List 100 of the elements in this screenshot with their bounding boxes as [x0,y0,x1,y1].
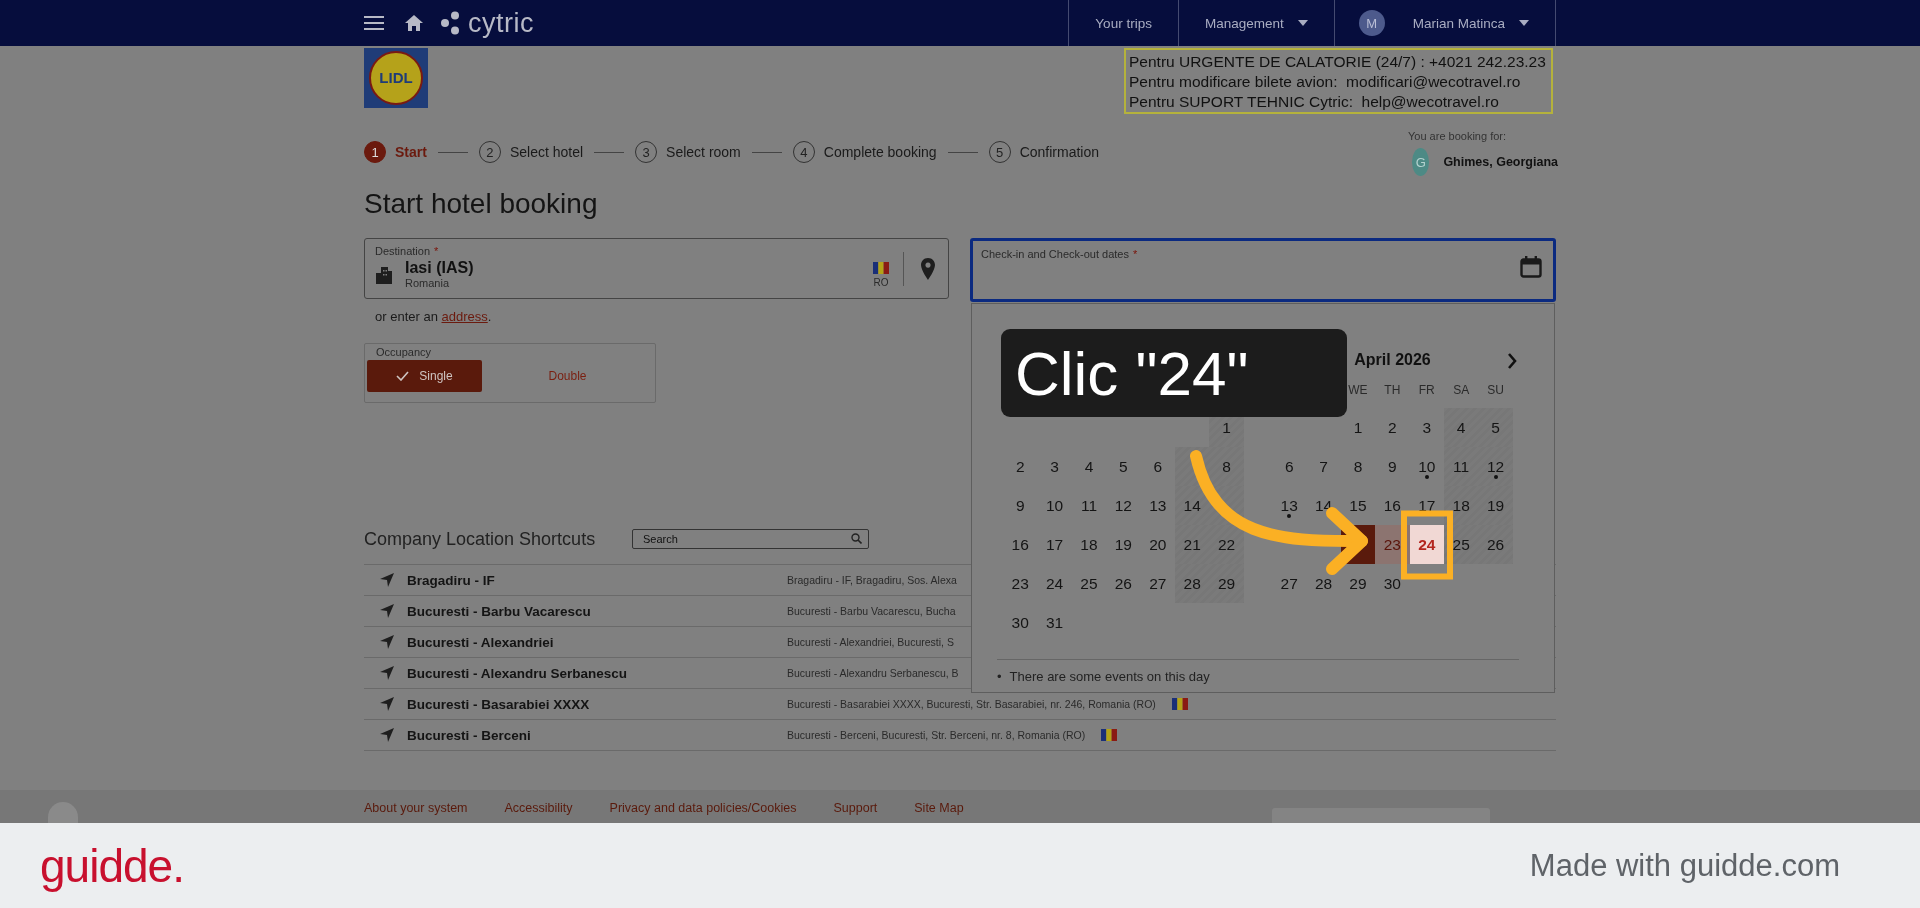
address-hint: or enter an address. [374,309,493,324]
weekday-label: SU [1487,383,1504,397]
step-label: Select room [666,144,741,160]
calendar-day[interactable]: 16 [1375,486,1410,525]
calendar-day[interactable]: 20 [1140,525,1175,564]
occupancy-option[interactable]: Single [367,360,482,392]
user-avatar: M [1358,10,1385,36]
navigation-arrow-icon [379,603,395,619]
calendar-day[interactable]: 17 [1037,525,1072,564]
calendar-day[interactable]: 16 [1003,525,1038,564]
calendar-day[interactable]: 5 [1106,447,1141,486]
calendar-day[interactable]: 24 [1037,564,1072,603]
navigation-arrow-icon [379,727,395,743]
footer-link[interactable]: Site Map [914,801,964,815]
calendar-day[interactable]: 10 [1409,447,1444,486]
step-label: Confirmation [1019,144,1099,160]
calendar-day[interactable]: 6 [1272,447,1307,486]
weekday-label: WE [1348,383,1368,397]
weekday-label: SA [1453,383,1470,397]
calendar-day[interactable]: 4 [1443,408,1479,447]
company-logo: LIDL [364,48,428,108]
guidde-logo: guidde. [40,838,184,893]
calendar-day[interactable]: 8 [1340,447,1376,486]
calendar-day[interactable]: 6 [1140,447,1175,486]
location-address: Bucuresti - Alexandru Serbanescu, B [787,667,959,679]
date-range-field[interactable]: Check-in and Check-out dates * [970,238,1556,302]
navigation-arrow-icon [379,696,395,712]
calendar-day[interactable]: 17 [1409,486,1444,525]
map-pin-icon[interactable] [920,256,936,281]
location-name: Bucuresti - Barbu Vacarescu [407,603,592,619]
footer-link[interactable]: Privacy and data policies/Cookies [609,801,797,815]
calendar-day[interactable]: 21 [1174,525,1210,564]
calendar-day[interactable]: 31 [1037,603,1072,642]
calendar-day[interactable]: 8 [1209,447,1244,486]
calendar-icon[interactable] [1520,256,1542,278]
destination-field[interactable]: Destination * Iasi (IAS) Romania RO [364,238,949,299]
location-name: Bucuresti - Berceni [407,727,532,743]
calendar-day[interactable]: 10 [1037,486,1072,525]
calendar-day[interactable]: 4 [1071,447,1107,486]
calendar-day[interactable]: 5 [1478,408,1513,447]
cytric-logo[interactable]: cytric [440,7,534,39]
calendar-day[interactable]: 14 [1174,486,1210,525]
calendar-day[interactable]: 2 [1003,447,1038,486]
calendar-day[interactable]: 9 [1375,447,1410,486]
calendar-day[interactable]: 13 [1272,486,1307,525]
section-title: Company Location Shortcuts [364,528,597,550]
calendar-day[interactable]: 3 [1037,447,1072,486]
calendar-day[interactable]: 12 [1478,447,1513,486]
calendar-day[interactable]: 3 [1409,408,1444,447]
footer-link[interactable]: Accessibility [504,801,573,815]
calendar-day[interactable]: 26 [1478,525,1513,564]
calendar-day[interactable]: 23 [1003,564,1038,603]
calendar-day[interactable]: 9 [1003,486,1038,525]
location-address: Bucuresti - Berceni, Bucuresti, Str. Berceni, nr. 8, Romania (RO) [787,729,1086,741]
calendar-day[interactable]: 2 [1375,408,1410,447]
calendar-day[interactable]: 30 [1375,564,1410,603]
buildings-icon [375,265,393,284]
calendar-day[interactable]: 12 [1106,486,1141,525]
calendar-day[interactable]: 19 [1478,486,1513,525]
search-field[interactable]: Search [632,529,869,549]
location-address: Bucuresti - Basarabiei XXXX, Bucuresti, Str. Basarabiei, nr. 246, Romania (RO) [787,698,1156,710]
address-link[interactable]: address [441,309,488,324]
calendar-day[interactable]: 27 [1140,564,1175,603]
calendar-day[interactable]: 19 [1106,525,1141,564]
navigation-arrow-icon [379,572,395,588]
calendar-day[interactable]: 26 [1106,564,1141,603]
calendar-day[interactable]: 28 [1306,564,1341,603]
notice-line: Pentru SUPORT TEHNIC Cytric: help@wecotravel.ro [1129,92,1500,112]
calendar-day[interactable]: 7 [1306,447,1341,486]
calendar-day[interactable]: 29 [1209,564,1244,603]
calendar-day[interactable]: 25 [1071,564,1107,603]
guidde-tagline: Made with guidde.com [1529,847,1840,884]
highlight-frame [1401,510,1453,580]
location-name: Bucuresti - Basarabiei XXXX [407,696,591,712]
page-title: Start hotel booking [364,188,599,221]
footer-link[interactable]: Support [833,801,878,815]
user-menu[interactable]: M Marian Matinca [1333,0,1556,46]
calendar-day[interactable]: 13 [1140,486,1175,525]
check-icon [396,371,410,381]
calendar-day[interactable]: 22 [1209,525,1244,564]
nav-menu-item[interactable]: Your trips [1068,0,1178,46]
calendar-day[interactable]: 11 [1071,486,1107,525]
home-icon[interactable] [404,14,424,32]
occupancy-option[interactable]: Double [510,360,625,392]
menu-icon[interactable] [364,15,384,31]
calendar-day[interactable]: 11 [1443,447,1479,486]
calendar-day[interactable]: 18 [1071,525,1107,564]
calendar-day[interactable]: 30 [1003,603,1038,642]
field-label: Destination [375,245,431,257]
calendar-day[interactable]: 15 [1340,486,1376,525]
calendar-day[interactable]: 29 [1340,564,1376,603]
chevron-right-icon[interactable] [1507,353,1517,369]
nav-menu-item[interactable]: Management [1177,0,1334,46]
footer-link[interactable]: About your system [364,801,468,815]
calendar-day[interactable]: 27 [1272,564,1307,603]
calendar-day[interactable]: 18 [1443,486,1479,525]
calendar-day[interactable]: 28 [1174,564,1210,603]
romania-flag-icon [873,261,889,274]
step-label: Start [395,144,427,160]
calendar-day[interactable]: 24 [1409,525,1444,564]
